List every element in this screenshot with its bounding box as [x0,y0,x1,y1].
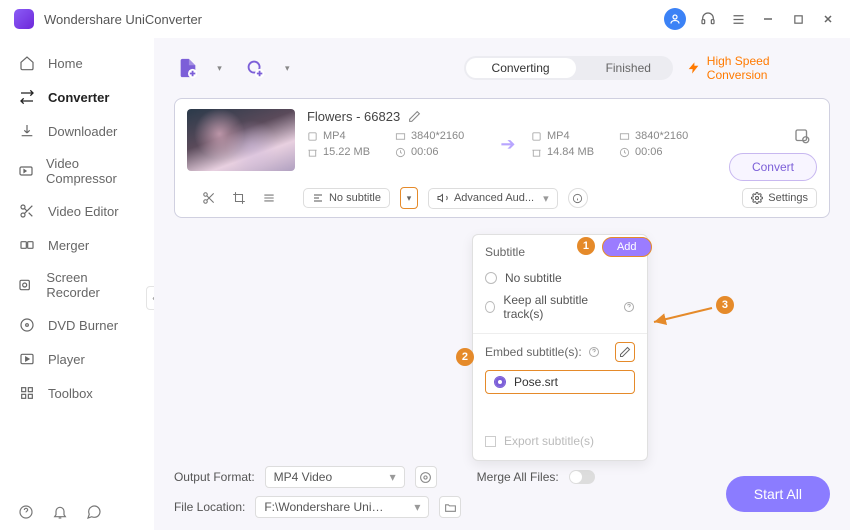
subtitle-caret-button[interactable]: ▾ [400,187,418,209]
sidebar-item-label: Converter [48,90,109,105]
help-icon[interactable] [588,346,600,358]
trim-icon[interactable] [197,188,221,208]
sidebar-item-home[interactable]: Home [0,46,154,80]
merge-toggle[interactable] [569,470,595,484]
convert-button[interactable]: Convert [729,153,817,181]
effects-icon[interactable] [257,188,281,208]
merge-icon [18,236,36,254]
maximize-icon[interactable] [790,11,806,27]
tab-finished[interactable]: Finished [578,56,674,80]
content-area: ▾ ▾ Converting Finished High Speed Conve… [154,38,850,530]
open-folder-icon[interactable] [439,496,461,518]
src-duration: 00:06 [395,146,485,158]
dst-duration: 00:06 [619,146,709,158]
radio-keep-all[interactable]: Keep all subtitle track(s) [485,289,635,325]
subtitle-dropdown-panel: Subtitle No subtitle Keep all subtitle t… [472,234,648,461]
high-speed-toggle[interactable]: High Speed Conversion [687,54,830,82]
sidebar-item-label: Home [48,56,83,71]
dst-resolution: 3840*2160 [619,130,709,142]
tab-switcher: Converting Finished [464,56,674,80]
edit-name-icon[interactable] [408,110,421,123]
sidebar-item-dvd[interactable]: DVD Burner [0,308,154,342]
dst-size: 14.84 MB [531,146,611,158]
sidebar-item-label: Downloader [48,124,117,139]
start-all-button[interactable]: Start All [726,476,830,512]
callout-3: 3 [716,296,734,314]
export-subtitle-option: Export subtitle(s) [485,434,635,448]
subtitle-dropdown[interactable]: No subtitle [303,188,390,208]
embed-label: Embed subtitle(s): [485,345,582,359]
top-toolbar: ▾ ▾ Converting Finished High Speed Conve… [174,48,830,88]
title-bar: Wondershare UniConverter [0,0,850,38]
annotation-arrow [652,308,710,332]
chevron-down-icon[interactable]: ▾ [217,63,222,74]
src-format: MP4 [307,130,387,142]
sidebar-item-editor[interactable]: Video Editor [0,194,154,228]
sidebar-item-label: Video Compressor [46,156,136,186]
file-card: Flowers - 66823 MP4 3840*2160 ➔ MP4 3840… [174,98,830,218]
record-icon [18,276,34,294]
radio-no-subtitle[interactable]: No subtitle [485,267,635,289]
scissors-icon [18,202,36,220]
sidebar-item-compressor[interactable]: Video Compressor [0,148,154,194]
output-format-select[interactable]: MP4 Video▾ [265,466,405,488]
help-icon[interactable] [623,301,635,313]
sidebar-item-merger[interactable]: Merger [0,228,154,262]
sidebar-item-recorder[interactable]: Screen Recorder [0,262,154,308]
sidebar-item-label: Toolbox [48,386,93,401]
sidebar-item-label: DVD Burner [48,318,118,333]
file-location-select[interactable]: F:\Wondershare UniConverter▾ [255,496,429,518]
dst-format: MP4 [531,130,611,142]
src-size: 15.22 MB [307,146,387,158]
help-icon[interactable] [18,504,34,520]
add-subtitle-button[interactable]: Add [602,237,652,257]
sidebar-item-label: Screen Recorder [46,270,136,300]
audio-dropdown[interactable]: Advanced Aud...▾ [428,188,558,209]
callout-2: 2 [456,348,474,366]
file-settings-icon[interactable] [793,127,811,145]
app-title: Wondershare UniConverter [44,12,664,27]
user-avatar-icon[interactable] [664,8,686,30]
edit-subtitle-icon[interactable] [615,342,635,362]
add-file-button[interactable] [174,55,201,81]
sidebar-item-downloader[interactable]: Downloader [0,114,154,148]
settings-button[interactable]: Settings [742,188,817,208]
video-thumbnail[interactable] [187,109,295,171]
sidebar: Home Converter Downloader Video Compress… [0,38,154,530]
add-url-button[interactable] [242,55,269,81]
crop-icon[interactable] [227,188,251,208]
app-logo [14,9,34,29]
converter-icon [18,88,36,106]
play-icon [18,350,36,368]
minimize-icon[interactable] [760,11,776,27]
sidebar-item-converter[interactable]: Converter [0,80,154,114]
home-icon [18,54,36,72]
file-name: Flowers - 66823 [307,109,400,124]
hamburger-icon[interactable] [730,11,746,27]
output-format-label: Output Format: [174,470,255,484]
compress-icon [18,162,34,180]
feedback-icon[interactable] [86,504,102,520]
arrow-right-icon: ➔ [493,134,523,155]
grid-icon [18,384,36,402]
tab-converting[interactable]: Converting [466,58,576,78]
sidebar-item-label: Merger [48,238,89,253]
sidebar-item-label: Video Editor [48,204,119,219]
close-icon[interactable] [820,11,836,27]
headset-icon[interactable] [700,11,716,27]
disc-icon [18,316,36,334]
src-resolution: 3840*2160 [395,130,485,142]
sidebar-item-label: Player [48,352,85,367]
callout-1: 1 [577,237,595,255]
sidebar-item-toolbox[interactable]: Toolbox [0,376,154,410]
format-settings-icon[interactable] [415,466,437,488]
merge-label: Merge All Files: [477,470,559,484]
bell-icon[interactable] [52,504,68,520]
file-location-label: File Location: [174,500,245,514]
download-icon [18,122,36,140]
chevron-down-icon[interactable]: ▾ [285,63,290,74]
sidebar-item-player[interactable]: Player [0,342,154,376]
info-icon[interactable] [568,188,588,208]
subtitle-file-item[interactable]: Pose.srt [485,370,635,394]
